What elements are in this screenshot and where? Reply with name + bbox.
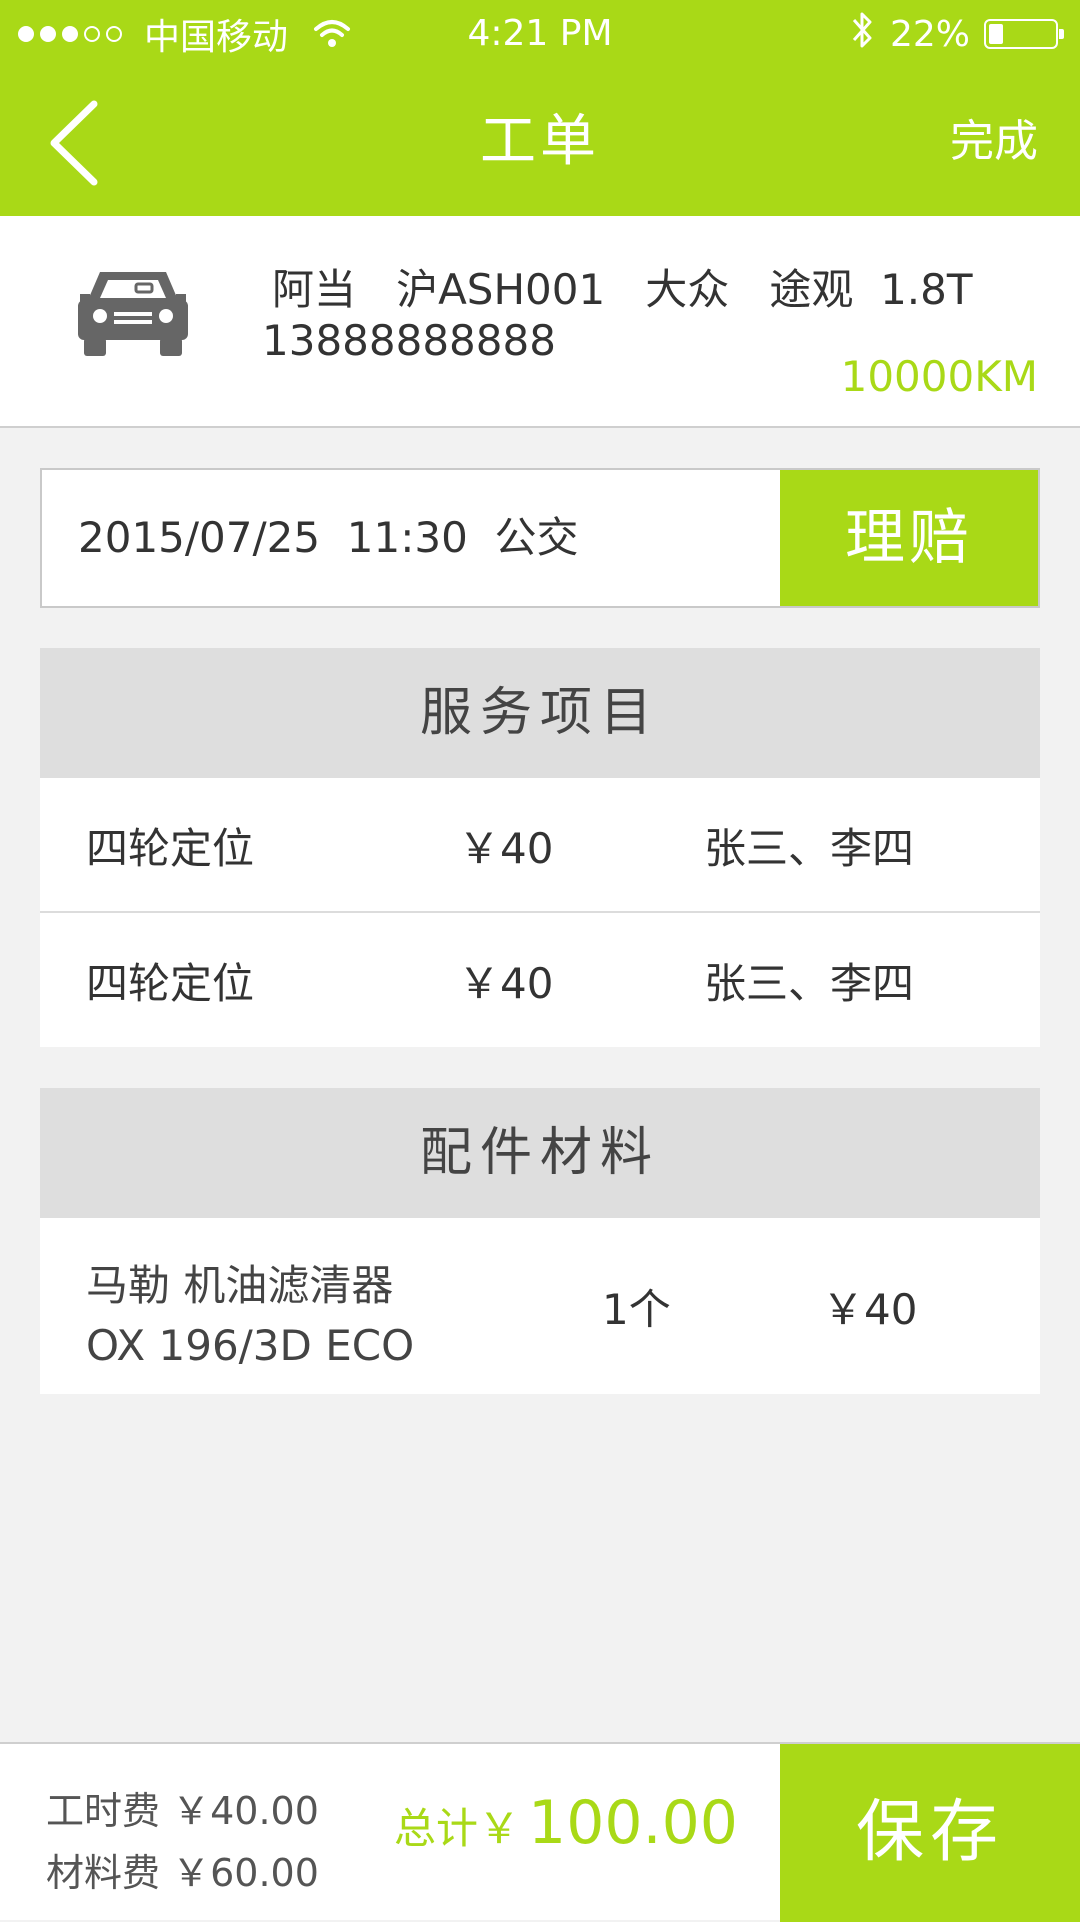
services-section-header: 服务项目 [40,648,1040,778]
transport-type: 公交 [494,513,579,562]
service-staff: 张三、李四 [704,823,915,873]
labor-fee: 工时费 ￥40.00 [46,1780,319,1835]
battery-percent: 22% [889,13,970,55]
vehicle-model: 途观 [769,265,854,314]
page-title: 工单 [480,109,600,174]
vehicle-summary: 阿当 沪ASH001 大众 途观 1.8T [272,256,973,317]
material-fee-value: ￥60.00 [172,1851,319,1895]
vehicle-brand: 大众 [645,265,730,314]
bottom-bar: 工时费 ￥40.00 材料费 ￥60.00 总计￥ 100.00 保存 [0,1742,1080,1922]
status-bar: 中国移动 4:21 PM 22% [0,0,1080,68]
labor-fee-value: ￥40.00 [172,1789,319,1833]
license-plate: 沪ASH001 [396,265,606,314]
appointment-time: 11:30 [346,513,468,562]
service-name: 四轮定位 [86,823,255,873]
material-fee-label: 材料费 [46,1851,161,1895]
car-icon [78,264,188,360]
engine-size: 1.8T [880,265,973,314]
service-row[interactable]: 四轮定位 ￥40 张三、李四 [40,913,1040,1047]
battery-fill [989,24,1004,44]
nav-bar: 工单 完成 [0,68,1080,216]
material-fee: 材料费 ￥60.00 [46,1842,319,1897]
service-row[interactable]: 四轮定位 ￥40 张三、李四 [40,778,1040,912]
service-name: 四轮定位 [86,958,255,1008]
save-button[interactable]: 保存 [780,1744,1080,1922]
total-value: 100.00 [528,1788,738,1858]
back-button[interactable] [44,98,114,188]
battery-icon [984,19,1064,49]
appointment-row: 2015/07/25 11:30 公交 理赔 [40,468,1040,608]
claim-button[interactable]: 理赔 [780,470,1038,606]
part-name: 马勒 机油滤清器 OX 196/3D ECO [86,1256,414,1376]
owner-name: 阿当 [272,265,357,314]
part-quantity: 1个 [602,1284,671,1334]
vehicle-mileage: 10000KM [840,352,1038,401]
service-price: ￥40 [458,823,554,873]
service-staff: 张三、李四 [704,958,915,1008]
total-amount: 总计￥ 100.00 [394,1788,738,1878]
appointment-info: 2015/07/25 11:30 公交 [78,470,579,606]
chevron-left-icon [50,100,98,186]
total-label: 总计￥ [394,1804,521,1853]
part-model-number: OX 196/3D ECO [86,1321,415,1370]
part-row[interactable]: 马勒 机油滤清器 OX 196/3D ECO 1个 ￥40 [40,1218,1040,1394]
part-price: ￥40 [822,1284,918,1334]
labor-fee-label: 工时费 [46,1789,161,1833]
service-price: ￥40 [458,958,554,1008]
done-button[interactable]: 完成 [950,68,1038,216]
appointment-date: 2015/07/25 [78,513,321,562]
parts-section-header: 配件材料 [40,1088,1040,1218]
status-right: 22% [850,10,1064,59]
part-name-line1: 马勒 机油滤清器 [86,1261,394,1310]
bluetooth-icon [850,10,876,59]
owner-phone: 13888888888 [262,316,556,365]
vehicle-card[interactable]: 阿当 沪ASH001 大众 途观 1.8T 13888888888 10000K… [0,216,1080,428]
